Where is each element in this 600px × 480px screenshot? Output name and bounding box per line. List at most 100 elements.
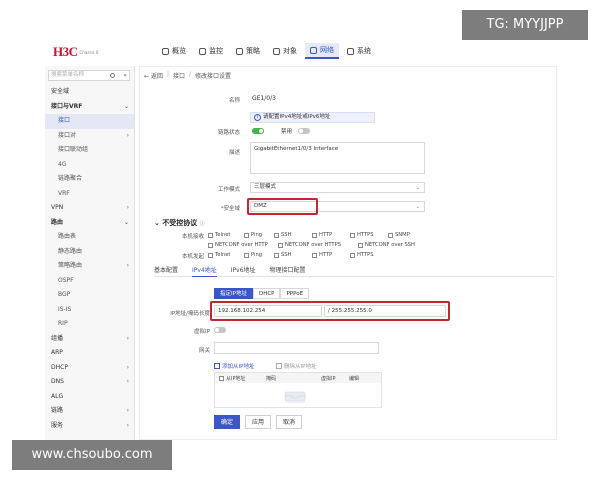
menu-search-input[interactable]: 搜索菜单名称 « bbox=[48, 70, 130, 81]
protocol-checkbox[interactable]: HTTP bbox=[312, 232, 350, 238]
tab-ipv4[interactable]: IPv4地址 bbox=[192, 265, 217, 277]
sidebar-item-label: 4G bbox=[58, 160, 67, 168]
sidebar-item[interactable]: 路由 ⌄ bbox=[45, 216, 134, 231]
link-state-toggle[interactable] bbox=[252, 128, 264, 134]
protocol-checkbox[interactable]: SSH bbox=[274, 252, 312, 258]
sidebar-item[interactable]: IS-IS bbox=[45, 303, 134, 318]
search-icon[interactable] bbox=[110, 73, 115, 78]
checkbox[interactable] bbox=[278, 242, 283, 248]
protocol-checkbox[interactable]: NETCONF over HTTP bbox=[208, 242, 278, 248]
sidebar-item[interactable]: 静态路由 bbox=[45, 245, 134, 260]
sidebar-item[interactable]: ARP bbox=[45, 346, 134, 361]
gateway-input[interactable] bbox=[214, 342, 379, 354]
sidebar-item[interactable]: 安全域 bbox=[45, 85, 134, 100]
cancel-button[interactable]: 取消 bbox=[276, 415, 302, 429]
checkbox[interactable] bbox=[312, 232, 317, 238]
tab-basic[interactable]: 基本配置 bbox=[154, 265, 178, 277]
sidebar-item-label: ARP bbox=[51, 349, 63, 356]
sidebar-item[interactable]: 接口联动组 bbox=[45, 143, 134, 158]
protocol-checkbox[interactable]: Ping bbox=[244, 232, 274, 238]
ip-mask-label: IP地址/掩码长度 bbox=[170, 311, 210, 317]
nav-monitor[interactable]: 监控 bbox=[194, 43, 228, 59]
watermark-top: TG: MYYJJPP bbox=[462, 10, 588, 40]
tab-ipv6[interactable]: IPv6地址 bbox=[231, 265, 256, 277]
protocol-checkbox[interactable]: Telnet bbox=[208, 252, 244, 258]
protocol-checkbox[interactable]: SSH bbox=[274, 232, 312, 238]
checkbox[interactable] bbox=[312, 252, 317, 258]
delete-secondary-ip-button[interactable]: 删除从IP地址 bbox=[276, 362, 316, 370]
nav-object[interactable]: 对象 bbox=[268, 43, 302, 59]
back-link[interactable]: ← 返回 bbox=[144, 71, 163, 80]
protocol-row: Telnet Ping SSH HTTP HTTPS bbox=[208, 252, 388, 258]
mode-dhcp[interactable]: DHCP bbox=[252, 288, 281, 299]
protocol-name: Telnet bbox=[215, 232, 231, 238]
description-field[interactable]: GigabitEthernet1/0/3 Interface bbox=[250, 142, 425, 174]
select-all-checkbox[interactable] bbox=[219, 375, 224, 381]
virtual-ip-toggle[interactable] bbox=[214, 327, 226, 333]
protocol-checkbox[interactable]: HTTPS bbox=[350, 232, 388, 238]
toggle-knob bbox=[215, 328, 219, 332]
nav-policy[interactable]: 策略 bbox=[231, 43, 265, 59]
checkbox[interactable] bbox=[358, 242, 363, 248]
sidebar-item[interactable]: OSPF bbox=[45, 274, 134, 289]
sidebar-item-label: 策略路由 bbox=[58, 262, 83, 269]
nav-system[interactable]: 系统 bbox=[342, 43, 376, 59]
link-state-label: 链路状态 bbox=[217, 130, 240, 136]
sidebar-item[interactable]: 接口与VRF ⌄ bbox=[45, 100, 134, 115]
protocol-checkbox[interactable]: Telnet bbox=[208, 232, 244, 238]
nav-overview[interactable]: 概览 bbox=[157, 43, 191, 59]
checkbox[interactable] bbox=[244, 232, 249, 238]
sidebar-item[interactable]: VRF bbox=[45, 187, 134, 202]
sidebar-item[interactable]: 组播 › bbox=[45, 332, 134, 347]
sidebar-item[interactable]: 链路聚合 bbox=[45, 172, 134, 187]
sidebar-item[interactable]: DHCP › bbox=[45, 361, 134, 376]
sidebar-item-label: 链路 bbox=[51, 407, 64, 414]
work-mode-select[interactable]: 三层模式 ⌄ bbox=[250, 182, 425, 193]
gateway-label: 网关 bbox=[198, 348, 210, 354]
protocol-checkbox[interactable]: SNMP bbox=[388, 232, 418, 238]
chevron-down-icon: ⌄ bbox=[123, 102, 129, 110]
checkbox[interactable] bbox=[208, 242, 213, 248]
sidebar-item[interactable]: 路由表 bbox=[45, 230, 134, 245]
checkbox[interactable] bbox=[350, 252, 355, 258]
sidebar-item[interactable]: 4G bbox=[45, 158, 134, 173]
sidebar-item[interactable]: 接口 bbox=[45, 114, 134, 129]
mode-static-ip[interactable]: 指定IP地址 bbox=[214, 288, 253, 299]
protocol-checkbox[interactable]: NETCONF over HTTPS bbox=[278, 242, 358, 248]
checkbox[interactable] bbox=[274, 232, 279, 238]
checkbox[interactable] bbox=[274, 252, 279, 258]
sidebar-item[interactable]: RIP bbox=[45, 317, 134, 332]
sidebar-item[interactable]: 接口对 › bbox=[45, 129, 134, 144]
checkbox[interactable] bbox=[208, 232, 213, 238]
checkbox[interactable] bbox=[350, 232, 355, 238]
security-zone-label: *安全域 bbox=[220, 206, 240, 212]
sidebar-item[interactable]: 策略路由 › bbox=[45, 259, 134, 274]
sidebar-item[interactable]: BGP bbox=[45, 288, 134, 303]
checkbox[interactable] bbox=[208, 252, 213, 258]
protocol-checkbox[interactable]: Ping bbox=[244, 252, 274, 258]
help-icon[interactable]: ⓘ bbox=[200, 221, 205, 227]
collapse-icon[interactable]: « bbox=[123, 71, 127, 80]
checkbox[interactable] bbox=[244, 252, 249, 258]
protocol-checkbox[interactable]: HTTPS bbox=[350, 252, 388, 258]
apply-button[interactable]: 应用 bbox=[245, 415, 271, 429]
tab-physical[interactable]: 物理接口配置 bbox=[270, 265, 306, 277]
breadcrumb-item[interactable]: 接口 bbox=[173, 71, 185, 80]
mode-pppoe[interactable]: PPPoE bbox=[280, 288, 310, 299]
add-secondary-ip-button[interactable]: 添加从IP地址 bbox=[214, 362, 254, 370]
checkbox[interactable] bbox=[388, 232, 393, 238]
protocol-name: SNMP bbox=[395, 232, 410, 238]
disable-toggle[interactable] bbox=[298, 128, 310, 134]
sidebar-item-label: OSPF bbox=[58, 276, 74, 284]
sidebar-item[interactable]: VPN › bbox=[45, 201, 134, 216]
sidebar-item[interactable]: 服务 › bbox=[45, 419, 134, 434]
protocol-checkbox[interactable]: HTTP bbox=[312, 252, 350, 258]
nav-network[interactable]: 网络 bbox=[305, 43, 339, 59]
protocol-row: NETCONF over HTTP NETCONF over HTTPS NETCO… bbox=[208, 242, 428, 248]
sidebar-item[interactable]: 链路 › bbox=[45, 404, 134, 419]
ok-button[interactable]: 确定 bbox=[214, 415, 240, 429]
protocol-checkbox[interactable]: NETCONF over SSH bbox=[358, 242, 428, 248]
sidebar-item-label: ALG bbox=[51, 392, 64, 400]
sidebar-item[interactable]: ALG bbox=[45, 390, 134, 405]
sidebar-item[interactable]: DNS › bbox=[45, 375, 134, 390]
